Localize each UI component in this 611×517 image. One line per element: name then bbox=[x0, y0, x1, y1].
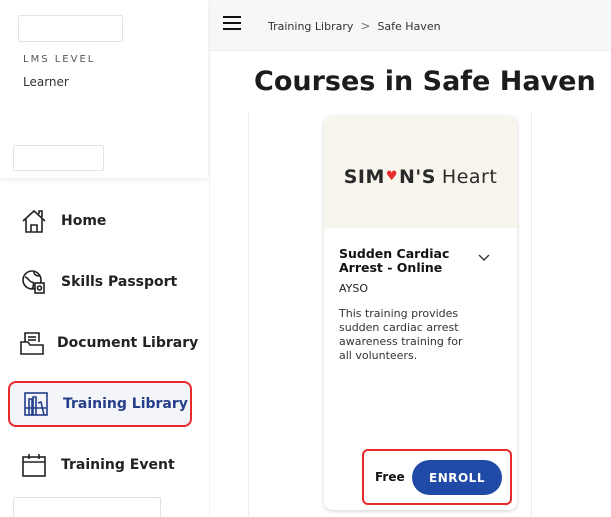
document-library-icon bbox=[18, 327, 46, 359]
profile-card: LMS LEVEL Learner bbox=[0, 0, 208, 178]
course-column-right bbox=[531, 112, 611, 517]
heart-icon: ♥ bbox=[385, 168, 399, 184]
sidebar-item-skills-passport[interactable]: Skills Passport bbox=[8, 259, 198, 305]
breadcrumb-item-training-library[interactable]: Training Library bbox=[268, 20, 353, 33]
course-title: Sudden Cardiac Arrest - Online bbox=[339, 246, 450, 275]
home-icon bbox=[18, 205, 50, 237]
brand-text-right: N'S bbox=[399, 166, 436, 188]
sidebar-item-label: Home bbox=[61, 213, 107, 229]
brand-text-left: SIM bbox=[343, 166, 385, 188]
top-bar: Training Library > Safe Haven bbox=[210, 0, 611, 51]
breadcrumb: Training Library > Safe Haven bbox=[268, 19, 441, 33]
sidebar-item-label: Document Library bbox=[57, 335, 199, 351]
course-price: Free bbox=[375, 470, 405, 484]
training-library-icon bbox=[20, 388, 52, 420]
sidebar-item-home[interactable]: Home bbox=[8, 198, 198, 244]
sidebar-item-label: Skills Passport bbox=[61, 274, 178, 290]
sidebar-footer-box bbox=[13, 497, 161, 517]
calendar-icon bbox=[18, 449, 50, 481]
sidebar-item-training-library[interactable]: Training Library bbox=[8, 381, 192, 427]
enroll-button[interactable]: ENROLL bbox=[412, 460, 502, 495]
sidebar: LMS LEVEL Learner Home Skills Passport D… bbox=[0, 0, 210, 517]
course-brand-logo: SIM ♥ N'S Heart bbox=[344, 166, 498, 188]
chevron-down-icon[interactable] bbox=[477, 249, 491, 263]
sidebar-item-label: Training Event bbox=[61, 457, 175, 473]
organization-logo bbox=[18, 15, 123, 42]
brand-text-heart: Heart bbox=[441, 166, 498, 188]
course-description: This training provides sudden cardiac ar… bbox=[339, 307, 463, 362]
lms-level-label: LMS LEVEL bbox=[23, 54, 96, 65]
hamburger-menu-icon[interactable] bbox=[223, 16, 241, 30]
sidebar-item-document-library[interactable]: Document Library bbox=[8, 320, 198, 366]
passport-icon bbox=[18, 266, 50, 298]
page-title: Courses in Safe Haven bbox=[254, 66, 596, 97]
profile-selector[interactable] bbox=[13, 145, 104, 171]
course-provider: AYSO bbox=[339, 282, 369, 295]
breadcrumb-separator: > bbox=[360, 19, 371, 33]
sidebar-item-label: Training Library bbox=[63, 396, 188, 412]
course-banner: SIM ♥ N'S Heart bbox=[324, 116, 517, 228]
lms-level-value: Learner bbox=[23, 75, 69, 89]
breadcrumb-item-current: Safe Haven bbox=[377, 19, 441, 33]
course-column-left bbox=[248, 112, 326, 517]
sidebar-item-training-event[interactable]: Training Event bbox=[8, 442, 198, 488]
